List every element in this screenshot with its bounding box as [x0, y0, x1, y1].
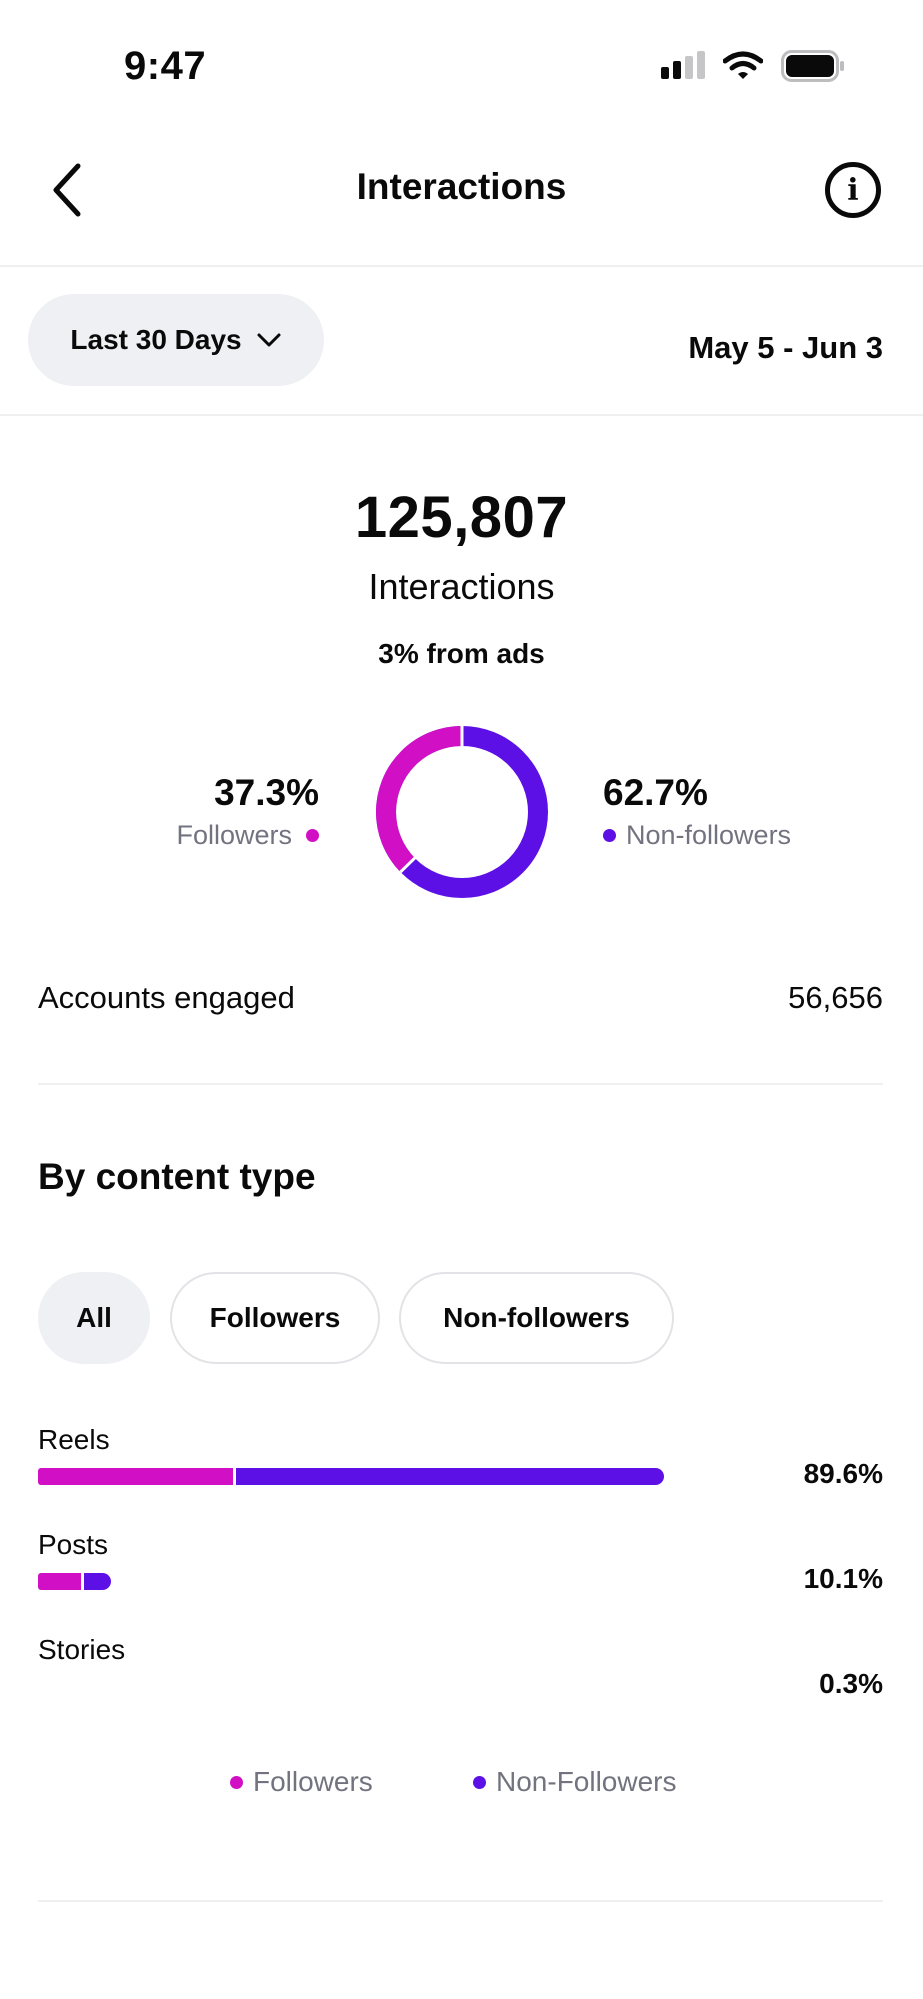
accounts-divider	[38, 1083, 883, 1085]
followers-legend: Followers	[176, 820, 319, 851]
total-interactions-label: Interactions	[368, 566, 555, 607]
battery-icon	[781, 50, 844, 82]
bar-segment-nonfollowers	[84, 1573, 112, 1590]
followers-label: Followers	[176, 820, 292, 850]
bottom-divider	[38, 1900, 883, 1902]
date-range-dropdown[interactable]: Last 30 Days	[28, 294, 324, 386]
legend-followers-label: Followers	[253, 1766, 373, 1797]
followers-dot-icon	[306, 829, 319, 842]
date-range-text: May 5 - Jun 3	[688, 330, 883, 365]
filter-chip-nonfollowers[interactable]: Non-followers	[399, 1272, 674, 1364]
legend-followers-dot-icon	[230, 1775, 243, 1789]
bar-segment-nonfollowers	[235, 1468, 664, 1485]
content-bar-reels	[38, 1468, 664, 1485]
bar-segment-followers	[38, 1573, 82, 1590]
followers-donut-chart	[376, 726, 548, 898]
filter-chip-followers[interactable]: Followers	[170, 1272, 380, 1364]
section-title-content-type: By content type	[38, 1156, 316, 1197]
content-row-label-reels: Reels	[38, 1424, 110, 1455]
filter-chip-all[interactable]: All	[38, 1272, 150, 1364]
accounts-engaged-label: Accounts engaged	[38, 980, 295, 1015]
page-title: Interactions	[356, 166, 567, 207]
nonfollowers-percentage: 62.7%	[603, 772, 708, 813]
status-icons	[661, 50, 845, 82]
legend-followers: Followers	[230, 1766, 373, 1798]
content-row-pct-reels: 89.6%	[803, 1458, 883, 1489]
total-interactions-value: 125,807	[354, 485, 569, 550]
legend-nonfollowers-dot-icon	[473, 1775, 486, 1789]
content-row-label-stories: Stories	[38, 1634, 126, 1665]
ads-share-note: 3% from ads	[378, 638, 545, 669]
wifi-icon	[723, 51, 763, 79]
nonfollowers-label: Non-followers	[626, 820, 792, 850]
bar-segment-followers	[38, 1468, 233, 1485]
header-divider	[0, 265, 923, 267]
range-divider	[0, 414, 923, 416]
followers-percentage: 37.3%	[214, 772, 319, 813]
content-bar-posts	[38, 1573, 112, 1590]
content-row-label-posts: Posts	[38, 1529, 109, 1560]
accounts-engaged-value: 56,656	[788, 980, 883, 1015]
content-row-pct-stories: 0.3%	[819, 1668, 883, 1699]
status-time: 9:47	[124, 44, 207, 88]
info-icon[interactable]: i	[825, 162, 881, 218]
legend-nonfollowers-label: Non-Followers	[496, 1766, 677, 1797]
chevron-down-icon	[257, 333, 281, 347]
cellular-signal-icon	[661, 51, 705, 79]
nonfollowers-legend: Non-followers	[603, 820, 791, 851]
nonfollowers-dot-icon	[603, 829, 616, 842]
legend-nonfollowers: Non-Followers	[473, 1766, 677, 1798]
date-range-selected: Last 30 Days	[70, 324, 242, 355]
content-row-pct-posts: 10.1%	[803, 1563, 883, 1594]
